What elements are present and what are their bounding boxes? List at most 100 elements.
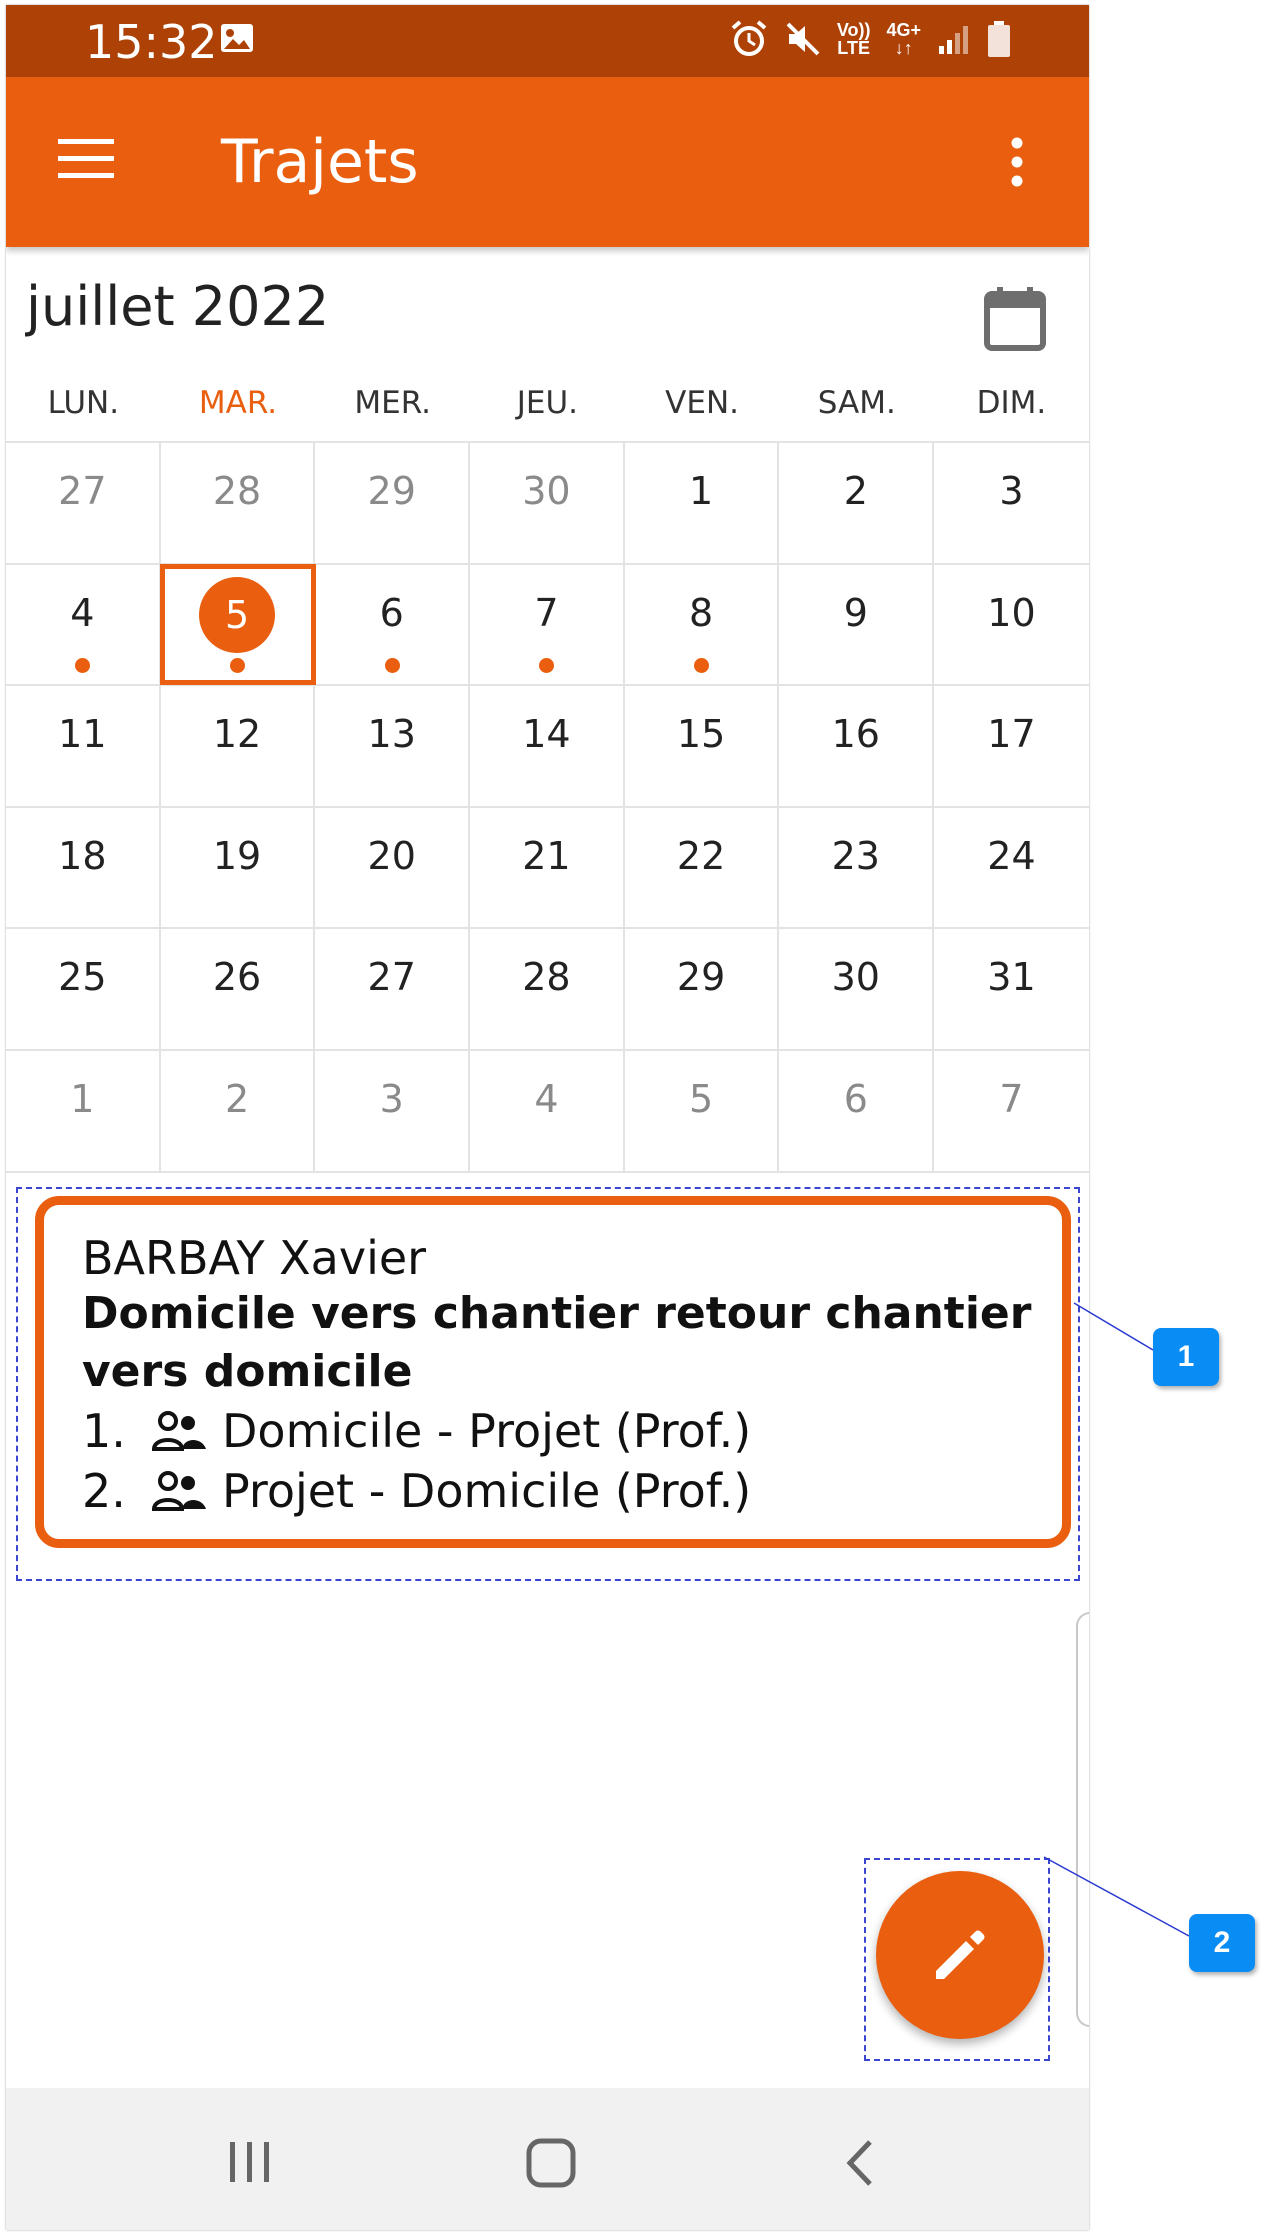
battery-icon [987,20,1011,58]
calendar-day[interactable]: 15 [625,686,780,806]
day-number: 28 [522,955,571,1000]
event-dot-indicator [694,657,710,673]
callout-badge-1: 1 [1153,1328,1219,1386]
calendar-day[interactable]: 12 [161,686,316,806]
calendar-day[interactable]: 30 [470,443,625,563]
event-dot-indicator [384,657,400,673]
calendar-day[interactable]: 10 [934,565,1089,685]
calendar-day[interactable]: 20 [315,807,471,928]
callout-badge-2: 2 [1189,1914,1255,1972]
calendar-day[interactable]: 13 [315,686,471,806]
day-number: 13 [367,712,416,757]
calendar-day[interactable]: 17 [934,686,1089,806]
calendar-picker-button[interactable] [983,286,1047,357]
data-arrows-icon: ↓↑ [894,38,913,58]
day-number: 27 [58,469,107,513]
mute-icon [785,21,821,57]
calendar-day[interactable]: 26 [161,929,316,1049]
calendar-day-selected[interactable]: 5 [159,563,317,686]
status-time: 15:32 [85,15,218,69]
calendar-day[interactable]: 4 [470,1050,625,1171]
day-number: 15 [676,712,726,757]
recents-icon [230,2142,269,2182]
calendar-grid: 27 28 29 30 1 2 3 4 5 6 7 8 9 10 11 12 13 14 15 16 17 18 19 20 2… [6,441,1089,1173]
gallery-notification-icon [220,23,254,58]
calendar-day[interactable]: 27 [315,929,471,1049]
calendar-day[interactable]: 4 [6,564,161,685]
day-number: 3 [999,469,1024,513]
calendar-day[interactable]: 5 [625,1050,780,1171]
calendar-day[interactable]: 31 [934,929,1089,1049]
day-number: 18 [58,833,107,878]
calendar-icon [984,287,1046,351]
calendar-day[interactable]: 23 [779,807,935,928]
calendar-week-row: 27 28 29 30 1 2 3 [6,443,1089,565]
trip-leg: 1. Domicile - Projet (Prof.) [82,1401,1032,1461]
day-number: 20 [367,833,416,878]
calendar-day[interactable]: 2 [161,1050,316,1171]
calendar-day[interactable]: 28 [470,929,625,1049]
calendar-day[interactable]: 21 [470,807,625,928]
day-number: 9 [843,590,868,635]
day-number: 1 [70,1076,95,1121]
leg-label: Projet - Domicile (Prof.) [222,1464,752,1518]
status-icons: Vo)) LTE 4G+ ↓↑ [729,19,1011,59]
calendar-day[interactable]: 18 [6,807,161,928]
back-button[interactable] [842,2138,876,2193]
calendar-day[interactable]: 29 [625,929,780,1049]
data-label: 4G+ [886,20,921,40]
home-icon [526,2138,576,2188]
calendar-day[interactable]: 3 [934,443,1089,563]
day-number: 2 [843,469,868,513]
day-number: 10 [987,590,1036,635]
page-title: Trajets [221,127,419,197]
calendar-day[interactable]: 29 [315,443,471,563]
calendar-day[interactable]: 1 [6,1050,161,1171]
calendar-day[interactable]: 2 [779,443,935,563]
day-number: 31 [987,955,1036,1000]
calendar-day[interactable]: 16 [779,686,935,806]
calendar-day[interactable]: 19 [161,807,316,928]
volte-indicator: Vo)) LTE [837,21,871,57]
lte-label: LTE [837,38,870,58]
calendar-day[interactable]: 22 [625,807,780,928]
calendar-week-row: 11 12 13 14 15 16 17 [6,686,1089,808]
calendar-day[interactable]: 11 [6,686,161,806]
weekday-label: LUN. [47,385,120,421]
edge-panel-handle[interactable] [1076,1612,1089,2027]
month-label: juillet 2022 [26,275,330,338]
day-number: 27 [367,955,416,1000]
edit-fab-button[interactable] [876,1871,1044,2039]
overflow-menu-button[interactable] [1007,137,1027,187]
calendar-day[interactable]: 30 [779,929,935,1049]
calendar-day[interactable]: 6 [315,564,471,685]
calendar-day[interactable]: 24 [934,808,1089,928]
calendar-day[interactable]: 9 [779,564,935,685]
event-dot-indicator [539,657,555,673]
phone-screen: 15:32 Vo)) LTE 4G+ ↓↑ Trajets juillet 20… [6,5,1089,2230]
calendar-week-row: 25 26 27 28 29 30 31 [6,929,1089,1051]
menu-button[interactable] [56,135,116,183]
calendar-day[interactable]: 25 [6,929,161,1049]
calendar-day[interactable]: 14 [470,686,625,806]
home-button[interactable] [526,2138,576,2193]
calendar-day[interactable]: 7 [470,564,625,685]
calendar-day[interactable]: 27 [6,443,161,563]
pencil-edit-icon [936,1930,985,1979]
day-number: 25 [58,955,107,1000]
calendar-day[interactable]: 3 [315,1050,471,1171]
calendar-day[interactable]: 8 [625,564,780,685]
leg-index: 2. [82,1464,126,1518]
calendar-week-row: 18 19 20 21 22 23 24 [6,807,1089,930]
calendar-day[interactable]: 6 [779,1050,935,1171]
day-number: 19 [212,833,262,878]
calendar-day[interactable]: 28 [161,443,316,563]
recents-button[interactable] [226,2140,274,2189]
back-chevron-icon [846,2140,872,2186]
trip-card[interactable]: BARBAY Xavier Domicile vers chantier ret… [35,1196,1071,1548]
day-number: 3 [379,1076,404,1121]
calendar-day[interactable]: 7 [934,1051,1089,1171]
status-bar: 15:32 Vo)) LTE 4G+ ↓↑ [6,5,1089,77]
calendar-day[interactable]: 1 [625,443,780,563]
day-number: 16 [831,712,880,757]
